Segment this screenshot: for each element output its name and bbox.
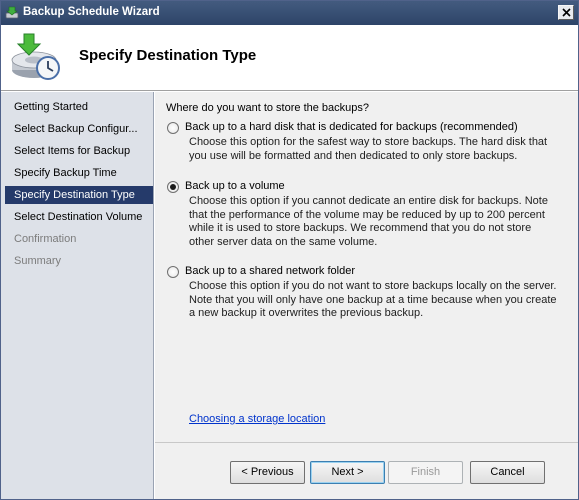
step-summary: Summary (14, 255, 62, 267)
choosing-storage-location-link[interactable]: Choosing a storage location (189, 413, 325, 425)
dedicated-disk-label[interactable]: Back up to a hard disk that is dedicated… (185, 121, 518, 133)
cancel-button[interactable]: Cancel (470, 461, 545, 484)
finish-button: Finish (388, 461, 463, 484)
step-select-items-for-backup[interactable]: Select Items for Backup (5, 142, 153, 160)
dedicated-disk-description: Choose this option for the safest way to… (189, 136, 548, 162)
backup-schedule-icon (11, 33, 60, 80)
step-select-backup-configuration[interactable]: Select Backup Configur... (5, 120, 153, 138)
next-button[interactable]: Next > (310, 461, 385, 484)
wizard-header: Specify Destination Type (1, 25, 578, 91)
window-title: Backup Schedule Wizard (23, 6, 160, 18)
step-select-destination-volume[interactable]: Select Destination Volume (5, 208, 153, 226)
step-confirmation: Confirmation (14, 233, 77, 245)
volume-label[interactable]: Back up to a volume (185, 180, 285, 192)
step-specify-destination-type[interactable]: Specify Destination Type (5, 186, 153, 204)
shared-network-folder-label[interactable]: Back up to a shared network folder (185, 265, 355, 277)
volume-description: Choose this option if you cannot dedicat… (189, 195, 548, 248)
volume-radio[interactable] (167, 181, 179, 193)
title-bar[interactable]: Backup Schedule Wizard (1, 1, 578, 25)
step-specify-backup-time[interactable]: Specify Backup Time (5, 164, 153, 182)
dedicated-disk-radio[interactable] (167, 122, 179, 134)
step-getting-started[interactable]: Getting Started (5, 98, 153, 116)
wizard-window: Backup Schedule Wizard Specify Destinati… (0, 0, 579, 500)
backup-app-icon (5, 6, 19, 19)
close-button[interactable] (558, 5, 574, 20)
previous-button[interactable]: < Previous (230, 461, 305, 484)
shared-network-folder-radio[interactable] (167, 266, 179, 278)
wizard-footer: < Previous Next > Finish Cancel (155, 442, 578, 499)
destination-question: Where do you want to store the backups? (166, 102, 370, 114)
page-title: Specify Destination Type (79, 47, 257, 64)
close-icon (562, 8, 571, 17)
shared-network-folder-description: Choose this option if you do not want to… (189, 280, 557, 319)
wizard-content: Where do you want to store the backups? … (155, 92, 578, 442)
wizard-steps-sidebar: Getting Started Select Backup Configur..… (1, 92, 154, 499)
